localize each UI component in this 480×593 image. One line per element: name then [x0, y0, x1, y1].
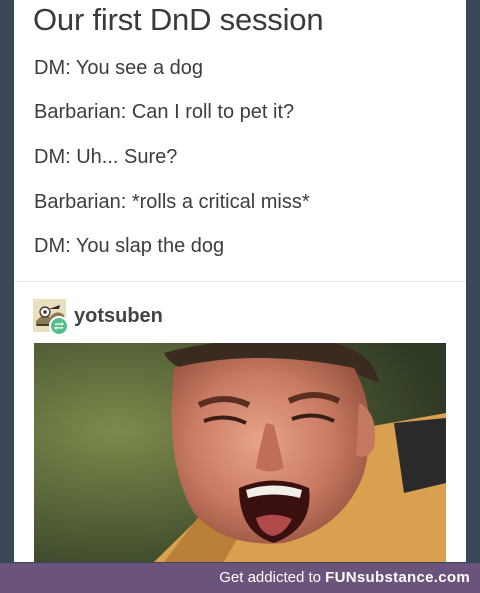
reblog-badge — [49, 316, 69, 336]
reaction-photo — [34, 343, 446, 562]
dialogue-line-1: DM: You see a dog — [34, 57, 204, 79]
site-footer: Get addicted to FUNsubstance.com — [0, 563, 480, 593]
reblog-username[interactable]: yotsuben — [74, 305, 163, 328]
footer-prefix: Get addicted to — [219, 569, 321, 586]
post-card: Our first DnD session DM: You see a dog … — [14, 0, 466, 562]
dialogue-line-4: Barbarian: *rolls a critical miss* — [34, 191, 310, 213]
post-divider — [14, 281, 466, 282]
post-title: Our first DnD session — [33, 2, 324, 37]
screaming-man-photo — [34, 343, 446, 562]
dialogue-line-3: DM: Uh... Sure? — [34, 146, 178, 168]
reblog-icon — [54, 322, 64, 330]
footer-text[interactable]: Get addicted to FUNsubstance.com — [219, 569, 470, 586]
dialogue-line-5: DM: You slap the dog — [34, 235, 225, 257]
footer-brand: FUNsubstance.com — [325, 569, 470, 586]
dialogue-line-2: Barbarian: Can I roll to pet it? — [34, 101, 295, 123]
